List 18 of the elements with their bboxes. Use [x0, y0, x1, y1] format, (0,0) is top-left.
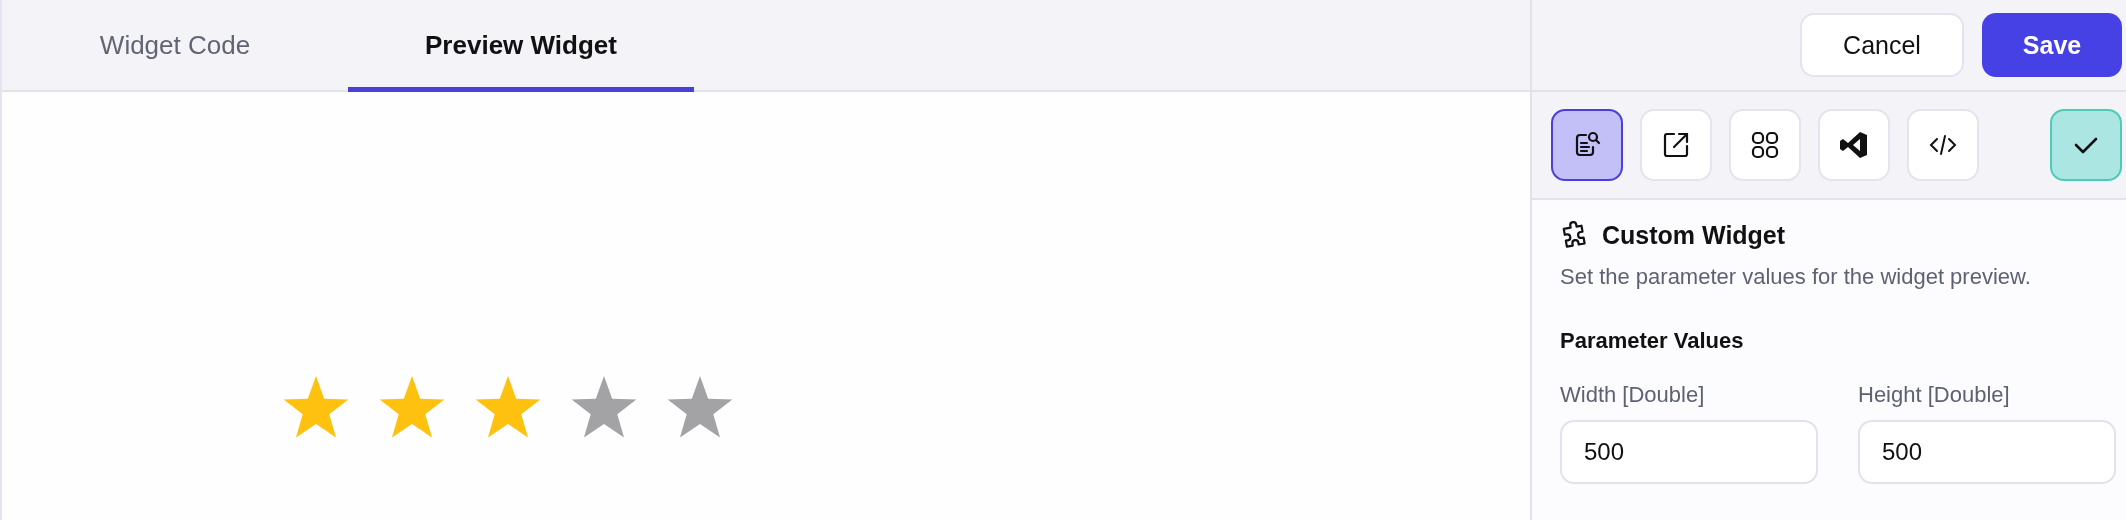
- grid-icon: [1750, 130, 1780, 160]
- external-link-icon: [1661, 130, 1691, 160]
- field-label: Height [Double]: [1858, 382, 2011, 408]
- input-field[interactable]: 500: [1858, 420, 2116, 484]
- code-button[interactable]: [1907, 109, 1979, 181]
- cancel-button[interactable]: Cancel: [1800, 13, 1964, 77]
- panel-description: Set the parameter values for the widget preview.: [1560, 264, 2032, 290]
- doc-search-button[interactable]: [1551, 109, 1623, 181]
- panel-title: Custom Widget: [1602, 220, 1786, 250]
- section-heading: Parameter Values: [1560, 328, 1745, 354]
- input-field[interactable]: 500: [1560, 420, 1818, 484]
- export-button[interactable]: [1640, 109, 1712, 181]
- tab[interactable]: Widget Code: [2, 0, 348, 92]
- vscode-icon: [1839, 130, 1869, 160]
- save-button[interactable]: Save: [1982, 13, 2122, 77]
- vscode-button[interactable]: [1818, 109, 1890, 181]
- grid-button[interactable]: [1729, 109, 1801, 181]
- field-label: Width [Double]: [1560, 382, 1706, 408]
